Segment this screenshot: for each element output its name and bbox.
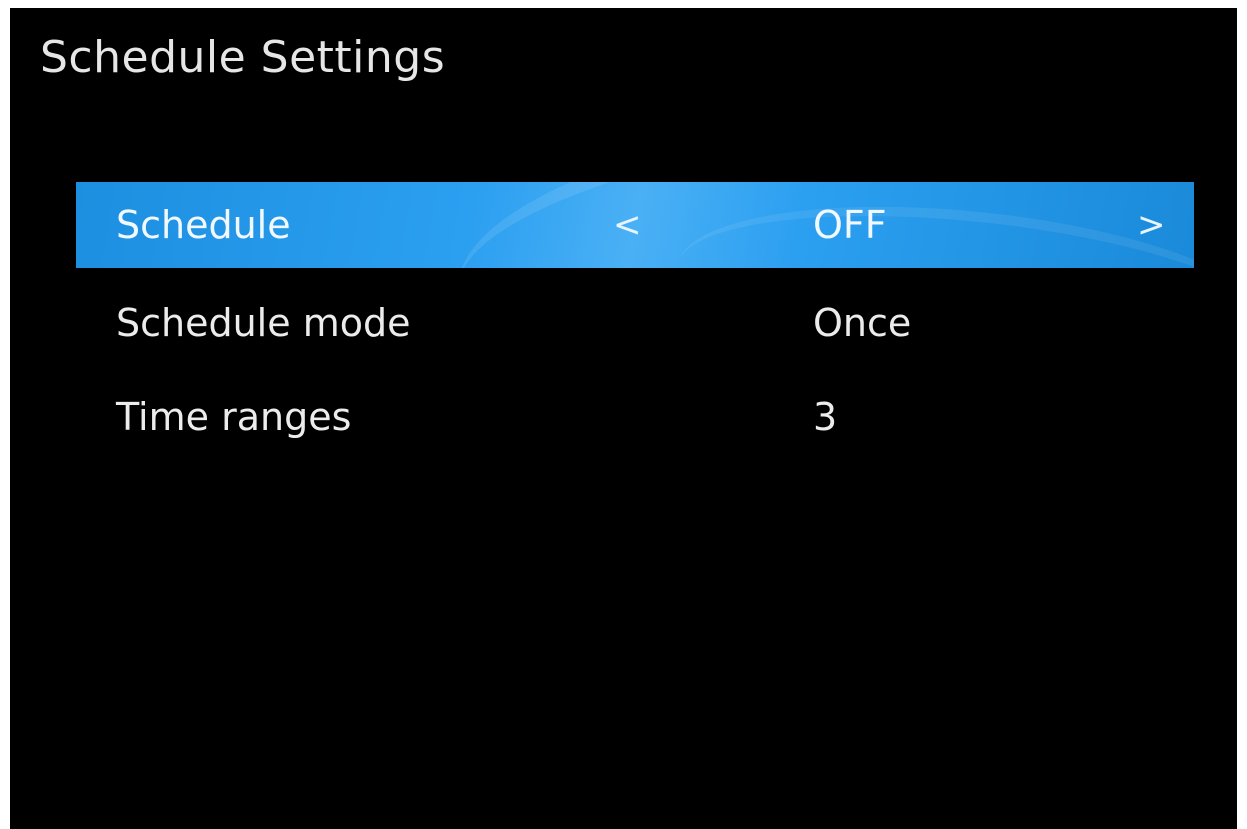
menu-item-schedule-mode[interactable]: Schedule mode Once bbox=[76, 280, 1194, 366]
page-title: Schedule Settings bbox=[40, 32, 446, 83]
menu-item-schedule[interactable]: Schedule < OFF > bbox=[76, 182, 1194, 268]
osd-screen: Schedule Settings Schedule < OFF > Sched… bbox=[10, 8, 1237, 829]
menu-item-value: Once bbox=[813, 301, 912, 345]
menu-item-label: Schedule bbox=[116, 203, 291, 247]
menu-item-label: Schedule mode bbox=[116, 301, 411, 345]
chevron-right-icon[interactable]: > bbox=[1137, 205, 1166, 245]
chevron-left-icon[interactable]: < bbox=[613, 205, 642, 245]
menu-item-label: Time ranges bbox=[116, 395, 352, 439]
menu-item-time-ranges[interactable]: Time ranges 3 bbox=[76, 374, 1194, 460]
menu-item-value: OFF bbox=[813, 203, 887, 247]
menu-item-value: 3 bbox=[813, 395, 838, 439]
